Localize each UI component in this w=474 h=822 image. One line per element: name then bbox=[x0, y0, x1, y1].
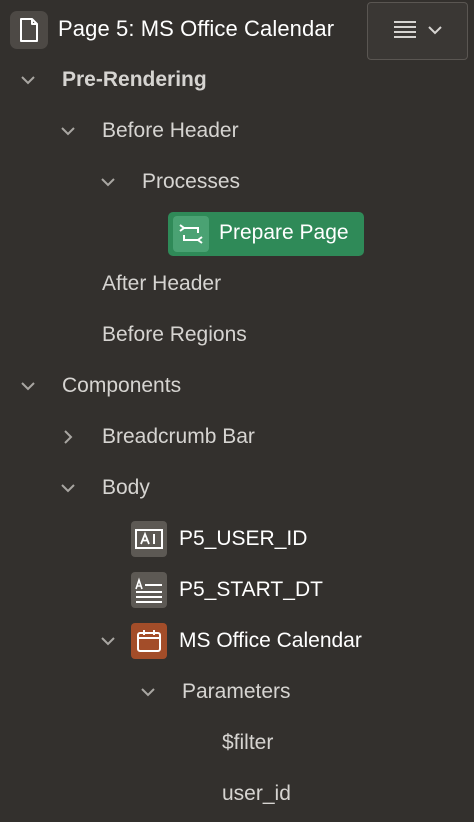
tree-node-label: MS Office Calendar bbox=[179, 629, 362, 652]
tree-node-label: Breadcrumb Bar bbox=[102, 425, 255, 448]
tree-node-label: P5_USER_ID bbox=[179, 527, 308, 550]
tree-node-label: P5_START_DT bbox=[179, 578, 323, 601]
chevron-down-icon[interactable] bbox=[138, 682, 158, 702]
tree-node-processes[interactable]: Processes bbox=[0, 160, 474, 204]
menu-button[interactable] bbox=[367, 2, 468, 60]
tree-node-ms-office-calendar[interactable]: MS Office Calendar bbox=[0, 619, 474, 663]
tree-node-label: Before Header bbox=[102, 119, 239, 142]
tree-node-label: Processes bbox=[142, 170, 241, 193]
tree-node-label: Parameters bbox=[182, 680, 291, 703]
tree-node-after-header[interactable]: After Header bbox=[0, 262, 474, 306]
chevron-down-icon[interactable] bbox=[98, 631, 118, 651]
tree-node-before-regions[interactable]: Before Regions bbox=[0, 313, 474, 357]
tree-node-p5-start-dt[interactable]: P5_START_DT bbox=[0, 568, 474, 612]
tree-node-label: $filter bbox=[222, 731, 274, 754]
tree-node-label: user_id bbox=[222, 782, 291, 805]
chevron-down-icon[interactable] bbox=[18, 70, 38, 90]
chevron-down-icon bbox=[427, 22, 443, 40]
chevron-down-icon[interactable] bbox=[18, 376, 38, 396]
tree-node-user-id[interactable]: user_id bbox=[0, 772, 474, 816]
tree-node-parameters[interactable]: Parameters bbox=[0, 670, 474, 714]
chevron-right-icon[interactable] bbox=[58, 427, 78, 447]
tree-node-body[interactable]: Body bbox=[0, 466, 474, 510]
tree-node-label: Prepare Page bbox=[219, 221, 349, 244]
page-header: Page 5: MS Office Calendar bbox=[0, 0, 474, 60]
tree-node-before-header[interactable]: Before Header bbox=[0, 109, 474, 153]
tree-node-p5-user-id[interactable]: P5_USER_ID bbox=[0, 517, 474, 561]
page-icon bbox=[10, 11, 48, 49]
chevron-down-icon[interactable] bbox=[58, 478, 78, 498]
tree-node-components[interactable]: Components bbox=[0, 364, 474, 408]
chevron-down-icon[interactable] bbox=[98, 172, 118, 192]
tree-node-filter[interactable]: $filter bbox=[0, 721, 474, 765]
page-title: Page 5: MS Office Calendar bbox=[58, 16, 335, 41]
calendar-icon bbox=[131, 623, 167, 659]
text-lines-icon bbox=[131, 572, 167, 608]
chevron-down-icon[interactable] bbox=[58, 121, 78, 141]
tree-panel: Page 5: MS Office Calendar Pre-Rendering bbox=[0, 0, 474, 822]
tree-node-label: Body bbox=[102, 476, 150, 499]
text-field-icon bbox=[131, 521, 167, 557]
tree-node-breadcrumb-bar[interactable]: Breadcrumb Bar bbox=[0, 415, 474, 459]
hamburger-menu-icon bbox=[393, 20, 417, 43]
tree-node-label: Components bbox=[62, 374, 182, 397]
tree-node-label: After Header bbox=[102, 272, 222, 295]
tree-node-label: Before Regions bbox=[102, 323, 247, 346]
tree-node-pre-rendering[interactable]: Pre-Rendering bbox=[0, 58, 474, 102]
tree-node-label: Pre-Rendering bbox=[62, 68, 207, 91]
process-icon bbox=[173, 216, 209, 252]
